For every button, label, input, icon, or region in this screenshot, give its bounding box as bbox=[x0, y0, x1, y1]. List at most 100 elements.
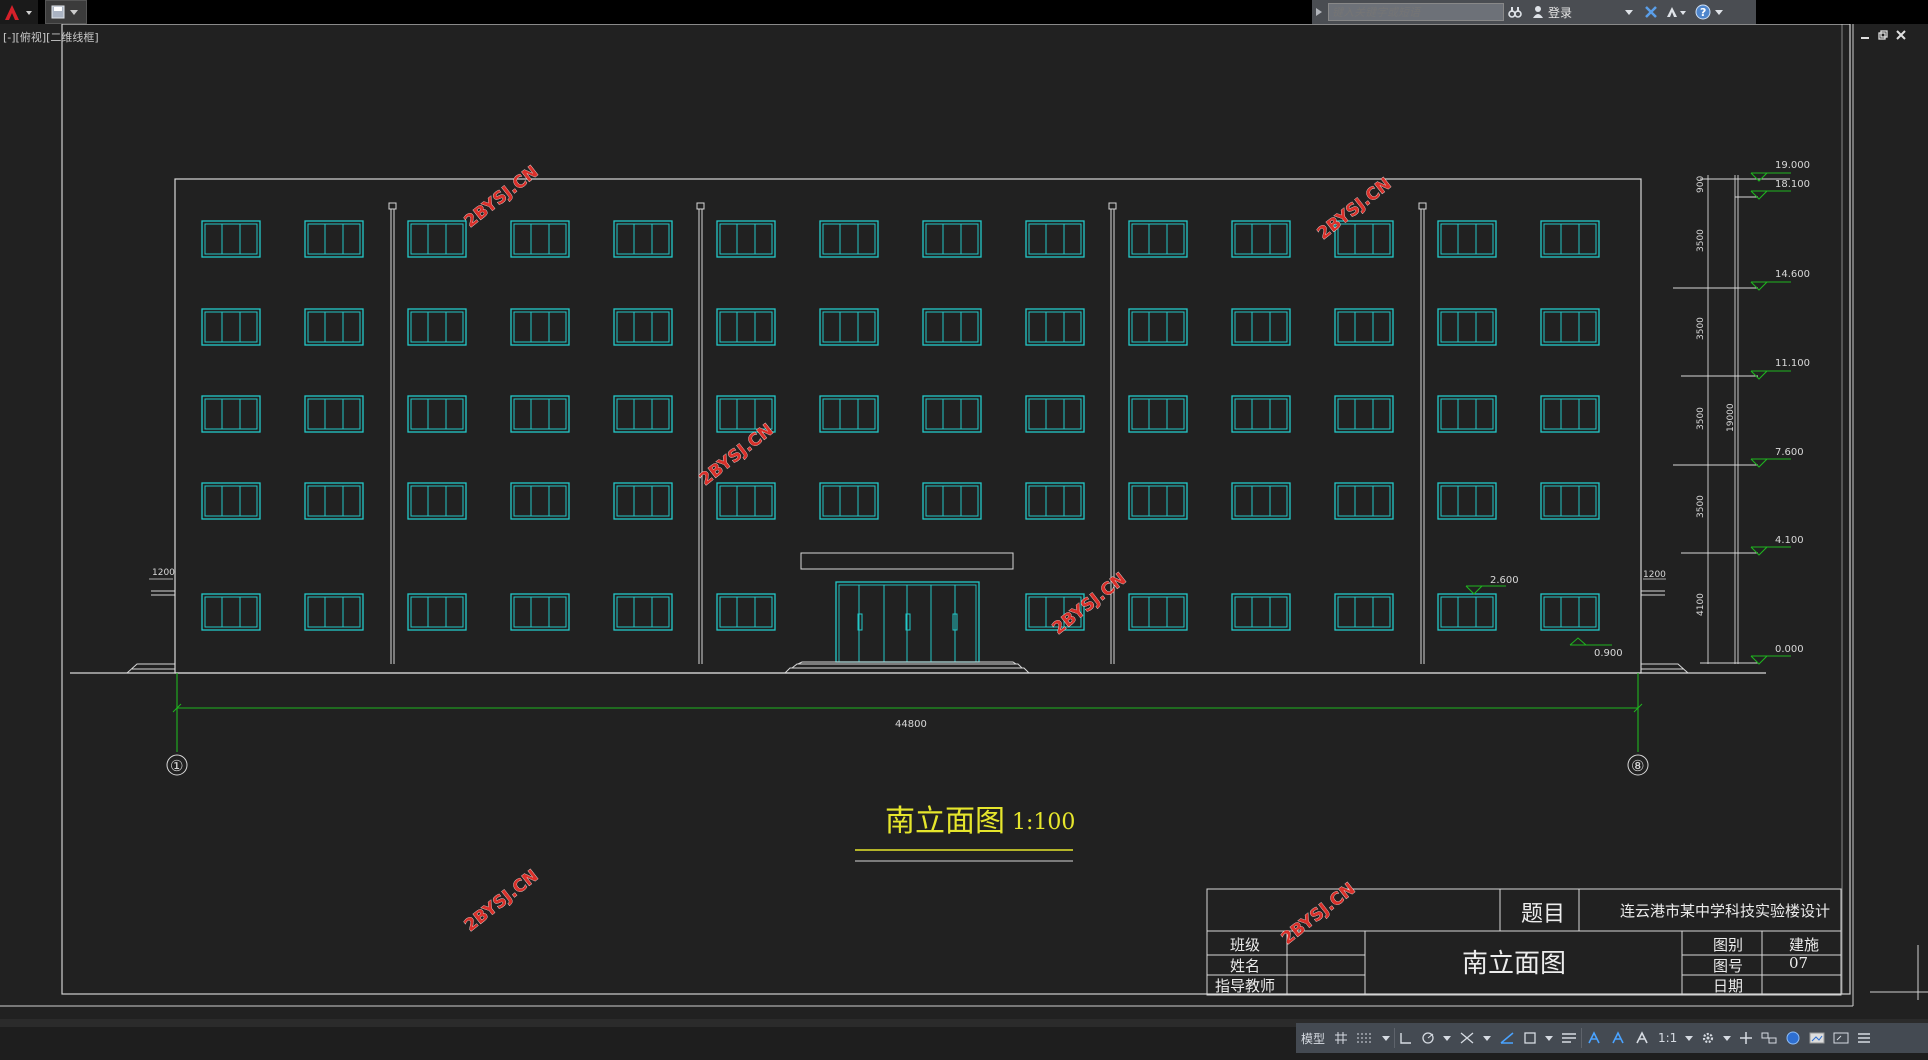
dim-total-19000: 19000 bbox=[1726, 403, 1736, 432]
svg-text:?: ? bbox=[1700, 6, 1706, 19]
subject-value: 连云港市某中学科技实验楼设计 bbox=[1620, 902, 1830, 920]
model-tab[interactable]: 模型 bbox=[1296, 1026, 1330, 1050]
exchange-apps-icon[interactable] bbox=[1640, 2, 1662, 22]
elev-18100: 18.100 bbox=[1775, 179, 1810, 190]
category-value: 建施 bbox=[1789, 936, 1819, 954]
watermark-5: 2BYSJ.CN bbox=[461, 866, 543, 936]
hardware-acceleration-icon[interactable] bbox=[1805, 1026, 1829, 1050]
autodesk-a360-icon[interactable] bbox=[1662, 2, 1690, 22]
building-elevation bbox=[70, 178, 1766, 674]
elev-7600: 7.600 bbox=[1775, 447, 1804, 458]
infocenter-bar: 登录 ? bbox=[1312, 0, 1756, 24]
elev-11100: 11.100 bbox=[1775, 358, 1810, 369]
polar-dropdown-icon[interactable] bbox=[1439, 1026, 1455, 1050]
object-snap-tracking-icon[interactable] bbox=[1495, 1026, 1519, 1050]
isodraft-dropdown-icon[interactable] bbox=[1479, 1026, 1495, 1050]
viewport-controls-label[interactable]: [-][俯视][二维线框] bbox=[3, 29, 99, 45]
scale-dropdown-icon[interactable] bbox=[1681, 1026, 1697, 1050]
dim-3500-b: 3500 bbox=[1696, 317, 1706, 340]
elev-14600: 14.600 bbox=[1775, 269, 1810, 280]
number-value: 07 bbox=[1789, 954, 1808, 972]
elev-4100: 4.100 bbox=[1775, 535, 1804, 546]
qat-dropdown-icon[interactable] bbox=[68, 5, 80, 19]
workspace-dropdown-icon[interactable] bbox=[1719, 1026, 1735, 1050]
qat-save-icon[interactable] bbox=[51, 5, 65, 19]
drawing-window-controls bbox=[1860, 30, 1906, 40]
elev-0000: 0.000 bbox=[1775, 644, 1804, 655]
elev-19000: 19.000 bbox=[1775, 160, 1810, 171]
overall-dimension bbox=[172, 673, 1643, 752]
side-dim-left: 1200 bbox=[152, 568, 175, 578]
axis-label-right: ⑧ bbox=[1631, 757, 1644, 775]
expand-arrow-icon[interactable] bbox=[1312, 2, 1326, 22]
help-icon[interactable]: ? bbox=[1690, 2, 1730, 22]
workspace-gear-icon[interactable] bbox=[1697, 1026, 1719, 1050]
annotation-visibility-icon[interactable] bbox=[1582, 1026, 1606, 1050]
restore-icon[interactable] bbox=[1878, 30, 1888, 40]
inner-frame-line bbox=[61, 24, 1843, 995]
view-scale: 1:100 bbox=[1012, 810, 1075, 835]
auto-scale-icon[interactable] bbox=[1606, 1026, 1630, 1050]
elev-0900: 0.900 bbox=[1594, 648, 1623, 659]
isolate-objects-icon[interactable] bbox=[1781, 1026, 1805, 1050]
dim-3500-a: 3500 bbox=[1696, 229, 1706, 252]
side-dim-right: 1200 bbox=[1643, 570, 1666, 580]
title-bar: 登录 ? bbox=[0, 0, 1928, 24]
watermark-4: 2BYSJ.CN bbox=[1049, 569, 1131, 639]
entrance-steps bbox=[784, 661, 1030, 674]
isodraft-icon[interactable] bbox=[1455, 1026, 1479, 1050]
downpipe bbox=[388, 202, 397, 664]
elev-2600: 2.600 bbox=[1490, 575, 1519, 586]
binoculars-icon[interactable] bbox=[1504, 2, 1526, 22]
dim-4100: 4100 bbox=[1696, 593, 1706, 616]
number-label: 图号 bbox=[1713, 957, 1743, 975]
annotation-scale-icon[interactable] bbox=[1630, 1026, 1654, 1050]
overall-width-dim: 44800 bbox=[895, 719, 927, 730]
status-bar-tools: 模型 1:1 bbox=[1296, 1023, 1928, 1053]
lineweight-icon[interactable] bbox=[1557, 1026, 1581, 1050]
name-label: 姓名 bbox=[1230, 957, 1260, 975]
class-label: 班级 bbox=[1230, 936, 1260, 954]
minimize-icon[interactable] bbox=[1860, 30, 1870, 40]
dim-900: 900 bbox=[1696, 176, 1706, 193]
entrance-door bbox=[835, 581, 980, 663]
entrance-canopy bbox=[800, 552, 1014, 570]
watermark-6: 2BYSJ.CN bbox=[1278, 879, 1360, 949]
application-menu-button[interactable] bbox=[0, 0, 38, 24]
elevation-markers bbox=[1465, 172, 1792, 665]
autocad-logo-icon bbox=[5, 5, 32, 20]
search-input[interactable] bbox=[1328, 3, 1504, 21]
dim-3500-c: 3500 bbox=[1696, 407, 1706, 430]
ortho-icon[interactable] bbox=[1395, 1026, 1417, 1050]
chevron-down-icon bbox=[1625, 10, 1633, 15]
view-title: 南立面图 bbox=[885, 804, 1005, 839]
axis-bubble-right: ⑧ bbox=[1627, 754, 1649, 776]
teacher-label: 指导教师 bbox=[1215, 977, 1275, 995]
axis-label-left: ① bbox=[170, 757, 183, 775]
clean-screen-icon[interactable] bbox=[1829, 1026, 1853, 1050]
grid-icon[interactable] bbox=[1330, 1026, 1352, 1050]
osnap-dropdown-icon[interactable] bbox=[1541, 1026, 1557, 1050]
user-icon bbox=[1533, 6, 1543, 18]
object-snap-icon[interactable] bbox=[1519, 1026, 1541, 1050]
login-label: 登录 bbox=[1548, 5, 1573, 20]
annotation-monitor-icon[interactable] bbox=[1735, 1026, 1757, 1050]
dim-3500-d: 3500 bbox=[1696, 495, 1706, 518]
downpipe bbox=[1418, 202, 1427, 664]
subject-label: 题目 bbox=[1521, 902, 1565, 927]
date-label: 日期 bbox=[1713, 977, 1743, 995]
close-icon[interactable] bbox=[1896, 30, 1906, 40]
annotation-scale-value[interactable]: 1:1 bbox=[1654, 1026, 1681, 1050]
snap-icon[interactable] bbox=[1352, 1026, 1378, 1050]
polar-tracking-icon[interactable] bbox=[1417, 1026, 1439, 1050]
drawing-name: 南立面图 bbox=[1462, 949, 1566, 979]
snap-dropdown-icon[interactable] bbox=[1378, 1026, 1394, 1050]
login-button[interactable]: 登录 bbox=[1532, 4, 1640, 21]
watermark-3: 2BYSJ.CN bbox=[696, 420, 778, 490]
drawing-canvas[interactable]: 900 3500 3500 3500 3500 4100 19000 19.00… bbox=[0, 24, 1928, 1019]
customization-menu-icon[interactable] bbox=[1853, 1026, 1875, 1050]
axis-bubble-left: ① bbox=[166, 754, 188, 776]
category-label: 图别 bbox=[1713, 936, 1743, 954]
downpipe bbox=[696, 202, 705, 664]
units-icon[interactable] bbox=[1757, 1026, 1781, 1050]
